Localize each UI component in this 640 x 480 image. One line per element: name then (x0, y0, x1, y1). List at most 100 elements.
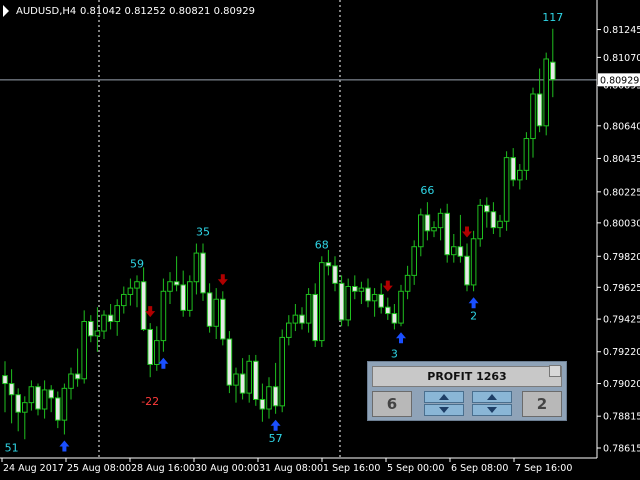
candle-body-bull (213, 298, 219, 327)
candle-body-bull (292, 314, 299, 324)
candle (187, 275, 193, 317)
candle-body-bull (497, 220, 503, 229)
signal-label: 117 (542, 11, 563, 24)
signal-label: 51 (5, 441, 19, 454)
candle-body-bear (15, 394, 21, 413)
candle-body-bull (404, 274, 411, 292)
candle-body-bear (312, 293, 318, 342)
candle-body-bull (530, 93, 536, 140)
arrow-up-icon (439, 394, 449, 400)
time-tick-label: 25 Aug 08:00 (67, 463, 131, 474)
candle-body-bull (543, 58, 550, 127)
candle-body-bear (88, 321, 94, 337)
ohlc-readout: 0.81042 0.81252 0.80821 0.80929 (80, 6, 255, 17)
candle-body-bull (358, 287, 365, 292)
candle-body-bear (424, 214, 431, 232)
signal-label: 35 (196, 226, 210, 239)
price-tick-label: 0.79625 (603, 283, 640, 294)
candle-body-bear (332, 265, 338, 284)
candle-body-bear (200, 252, 206, 294)
signal-label: -22 (141, 395, 159, 408)
candle-body-bear (259, 398, 266, 410)
candle-body-bull (266, 386, 272, 410)
candle-body-bull (418, 214, 424, 248)
right-increase-button[interactable] (472, 391, 512, 403)
candle-body-bull (94, 330, 101, 337)
left-value: 6 (386, 395, 398, 413)
candle-body-bear (444, 212, 450, 256)
candle-body-bear (180, 284, 186, 311)
candle-body-bull (470, 238, 477, 286)
candle-body-bull (431, 227, 437, 232)
svg-text:0.80929: 0.80929 (600, 75, 639, 86)
candle-body-bear (325, 262, 332, 267)
left-value-box: 6 (372, 391, 412, 417)
candle-body-bear (8, 383, 15, 396)
panel-close-button[interactable] (549, 365, 561, 377)
candle (279, 329, 285, 413)
candle-body-bull (193, 252, 200, 283)
candle-body-bear (385, 306, 391, 315)
candle-body-bull (101, 314, 107, 332)
candle-body-bear (378, 293, 384, 308)
candle (398, 284, 404, 327)
time-tick-label: 1 Sep 16:00 (323, 463, 380, 474)
candle-body-bear (220, 298, 226, 340)
candle-body-bull (279, 336, 285, 407)
candle-body-bear (550, 61, 556, 81)
candle (226, 331, 233, 394)
candle-body-bull (411, 246, 417, 276)
price-tick-label: 0.79820 (603, 252, 640, 263)
time-tick-label: 6 Sep 08:00 (451, 463, 508, 474)
price-tick-label: 0.80435 (603, 154, 640, 165)
candle-body-bull (114, 305, 121, 323)
candle (220, 291, 226, 346)
candle-body-bull (187, 281, 193, 311)
profit-panel: PROFIT 1263 6 2 (367, 361, 567, 421)
candle-body-bull (41, 389, 48, 410)
candle-body-bull (345, 286, 351, 321)
time-tick-label: 5 Sep 00:00 (387, 463, 444, 474)
candle-body-bear (510, 157, 516, 181)
candle-body-bull (160, 290, 167, 342)
candle-body-bear (299, 314, 305, 324)
candle-body-bear (490, 211, 497, 229)
panel-title: PROFIT 1263 (372, 366, 562, 387)
right-value-box: 2 (522, 391, 562, 417)
right-value: 2 (536, 395, 548, 413)
candle-body-bear (457, 246, 464, 257)
candle-body-bear (272, 386, 279, 407)
left-decrease-button[interactable] (424, 404, 464, 416)
signal-label: 2 (470, 309, 477, 322)
chart-header: AUDUSD,H4 0.81042 0.81252 0.80821 0.8092… (3, 5, 255, 17)
left-increase-button[interactable] (424, 391, 464, 403)
candle (319, 256, 325, 347)
price-tick-label: 0.81245 (603, 25, 640, 36)
candle-body-bear (226, 338, 233, 386)
candle-body-bear (173, 281, 180, 286)
candle-body-bull (398, 290, 404, 324)
price-tick-label: 0.79020 (603, 379, 640, 390)
candle-body-bull (134, 281, 140, 289)
candle-body-bull (167, 281, 173, 292)
candle-body-bear (352, 286, 358, 292)
symbol-label: AUDUSD,H4 (16, 6, 76, 17)
signal-label: 59 (130, 257, 144, 270)
candle (503, 151, 510, 231)
candle (470, 230, 477, 292)
candle-body-bull (81, 321, 88, 380)
candle-body-bull (154, 340, 160, 365)
candle-body-bull (246, 360, 252, 394)
arrow-down-icon (439, 407, 449, 413)
right-decrease-button[interactable] (472, 404, 512, 416)
price-tick-label: 0.81070 (603, 53, 640, 64)
candle-body-bear (253, 360, 259, 400)
candle-body-bull (477, 204, 483, 240)
candle-body-bear (536, 93, 543, 127)
signal-label: 66 (420, 184, 434, 197)
candle-body-bull (523, 138, 530, 171)
signal-label: 68 (315, 238, 329, 251)
candle (81, 310, 88, 384)
candle (543, 52, 550, 136)
candle (253, 354, 259, 406)
